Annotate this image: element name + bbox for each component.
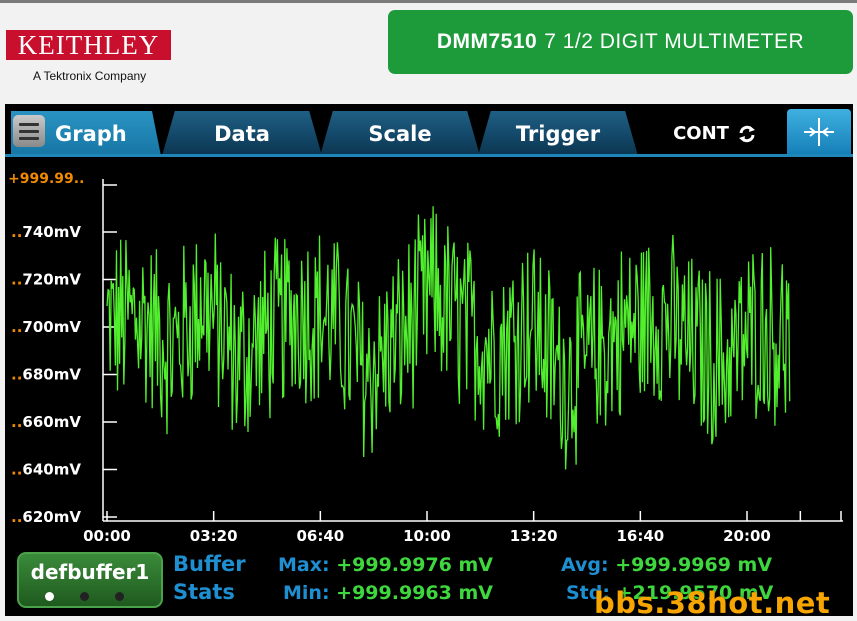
hamburger-icon-line bbox=[19, 129, 39, 133]
keithley-logo: KEITHLEY bbox=[6, 30, 171, 60]
y-tick-label: ..700mV bbox=[11, 318, 81, 336]
tab-trigger[interactable]: Trigger bbox=[478, 111, 638, 156]
tab-scale[interactable]: Scale bbox=[320, 111, 480, 156]
stat-min-label: Min: bbox=[283, 582, 330, 604]
tab-trigger-label: Trigger bbox=[515, 121, 601, 146]
model-description: 7 1/2 DIGIT MULTIMETER bbox=[544, 30, 805, 53]
instrument-screen: Graph Data Scale Trigger CONT +999.99.. … bbox=[5, 104, 853, 616]
refresh-icon bbox=[738, 125, 755, 142]
page-dot bbox=[80, 592, 89, 601]
y-tick-label: +999.99.. bbox=[8, 171, 84, 187]
menu-button[interactable] bbox=[13, 115, 45, 147]
tab-bar: Graph Data Scale Trigger CONT bbox=[5, 104, 853, 156]
y-tick-label: ..620mV bbox=[11, 508, 81, 526]
tab-data[interactable]: Data bbox=[162, 111, 322, 156]
tab-data-label: Data bbox=[214, 121, 270, 146]
page-dot bbox=[115, 592, 124, 601]
page-indicator bbox=[45, 592, 124, 601]
stat-max-value: +999.9976 mV bbox=[336, 554, 494, 576]
x-tick-label: 16:40 bbox=[616, 527, 664, 545]
stat-avg: Avg: +999.9969 mV bbox=[561, 554, 772, 576]
site-watermark: bbs.38hot.net bbox=[594, 586, 831, 620]
x-tick-label: 03:20 bbox=[190, 527, 238, 545]
trigger-mode-button[interactable]: CONT bbox=[645, 111, 785, 156]
trigger-mode-label: CONT bbox=[673, 123, 729, 144]
tab-graph-label: Graph bbox=[55, 121, 127, 146]
buffer-select-button[interactable]: defbuffer1 bbox=[17, 552, 163, 608]
x-tick-label: 20:00 bbox=[723, 527, 771, 545]
y-tick-label: ..720mV bbox=[11, 271, 81, 289]
page-dot-active bbox=[45, 592, 54, 601]
graph-area[interactable]: +999.99.. ..740mV ..720mV ..700mV ..680mV ..6… bbox=[5, 157, 853, 545]
x-tick-label: 06:40 bbox=[296, 527, 344, 545]
buffer-stats-title-2: Stats bbox=[173, 580, 235, 604]
x-tick-label: 10:00 bbox=[403, 527, 451, 545]
buffer-name: defbuffer1 bbox=[30, 560, 150, 584]
swipe-expand-icon bbox=[804, 117, 834, 146]
tab-scale-label: Scale bbox=[368, 121, 432, 146]
top-border bbox=[0, 0, 857, 3]
x-tick-label: 13:20 bbox=[510, 527, 558, 545]
stat-avg-value: +999.9969 mV bbox=[615, 554, 773, 576]
model-banner: DMM7510 7 1/2 DIGIT MULTIMETER bbox=[388, 10, 853, 74]
stat-max: Max: +999.9976 mV bbox=[278, 554, 493, 576]
buffer-stats-title-1: Buffer bbox=[173, 552, 246, 576]
reading-trace-line bbox=[106, 206, 791, 470]
hamburger-icon-line bbox=[19, 136, 39, 140]
stat-avg-label: Avg: bbox=[561, 554, 609, 576]
stat-min: Min: +999.9963 mV bbox=[283, 582, 493, 604]
y-tick-label: ..680mV bbox=[11, 366, 81, 384]
brand-tagline: A Tektronix Company bbox=[33, 69, 147, 83]
x-tick-label: 00:00 bbox=[83, 527, 131, 545]
stat-max-label: Max: bbox=[278, 554, 330, 576]
swipe-screen-button[interactable] bbox=[787, 109, 851, 154]
reading-chart[interactable]: +999.99.. ..740mV ..720mV ..700mV ..680mV ..6… bbox=[5, 157, 853, 545]
y-tick-label: ..640mV bbox=[11, 461, 81, 479]
hamburger-icon bbox=[19, 122, 39, 126]
stat-min-value: +999.9963 mV bbox=[336, 582, 493, 604]
y-tick-label: ..660mV bbox=[11, 413, 81, 431]
model-number: DMM7510 bbox=[436, 30, 538, 53]
y-tick-label: ..740mV bbox=[11, 223, 81, 241]
